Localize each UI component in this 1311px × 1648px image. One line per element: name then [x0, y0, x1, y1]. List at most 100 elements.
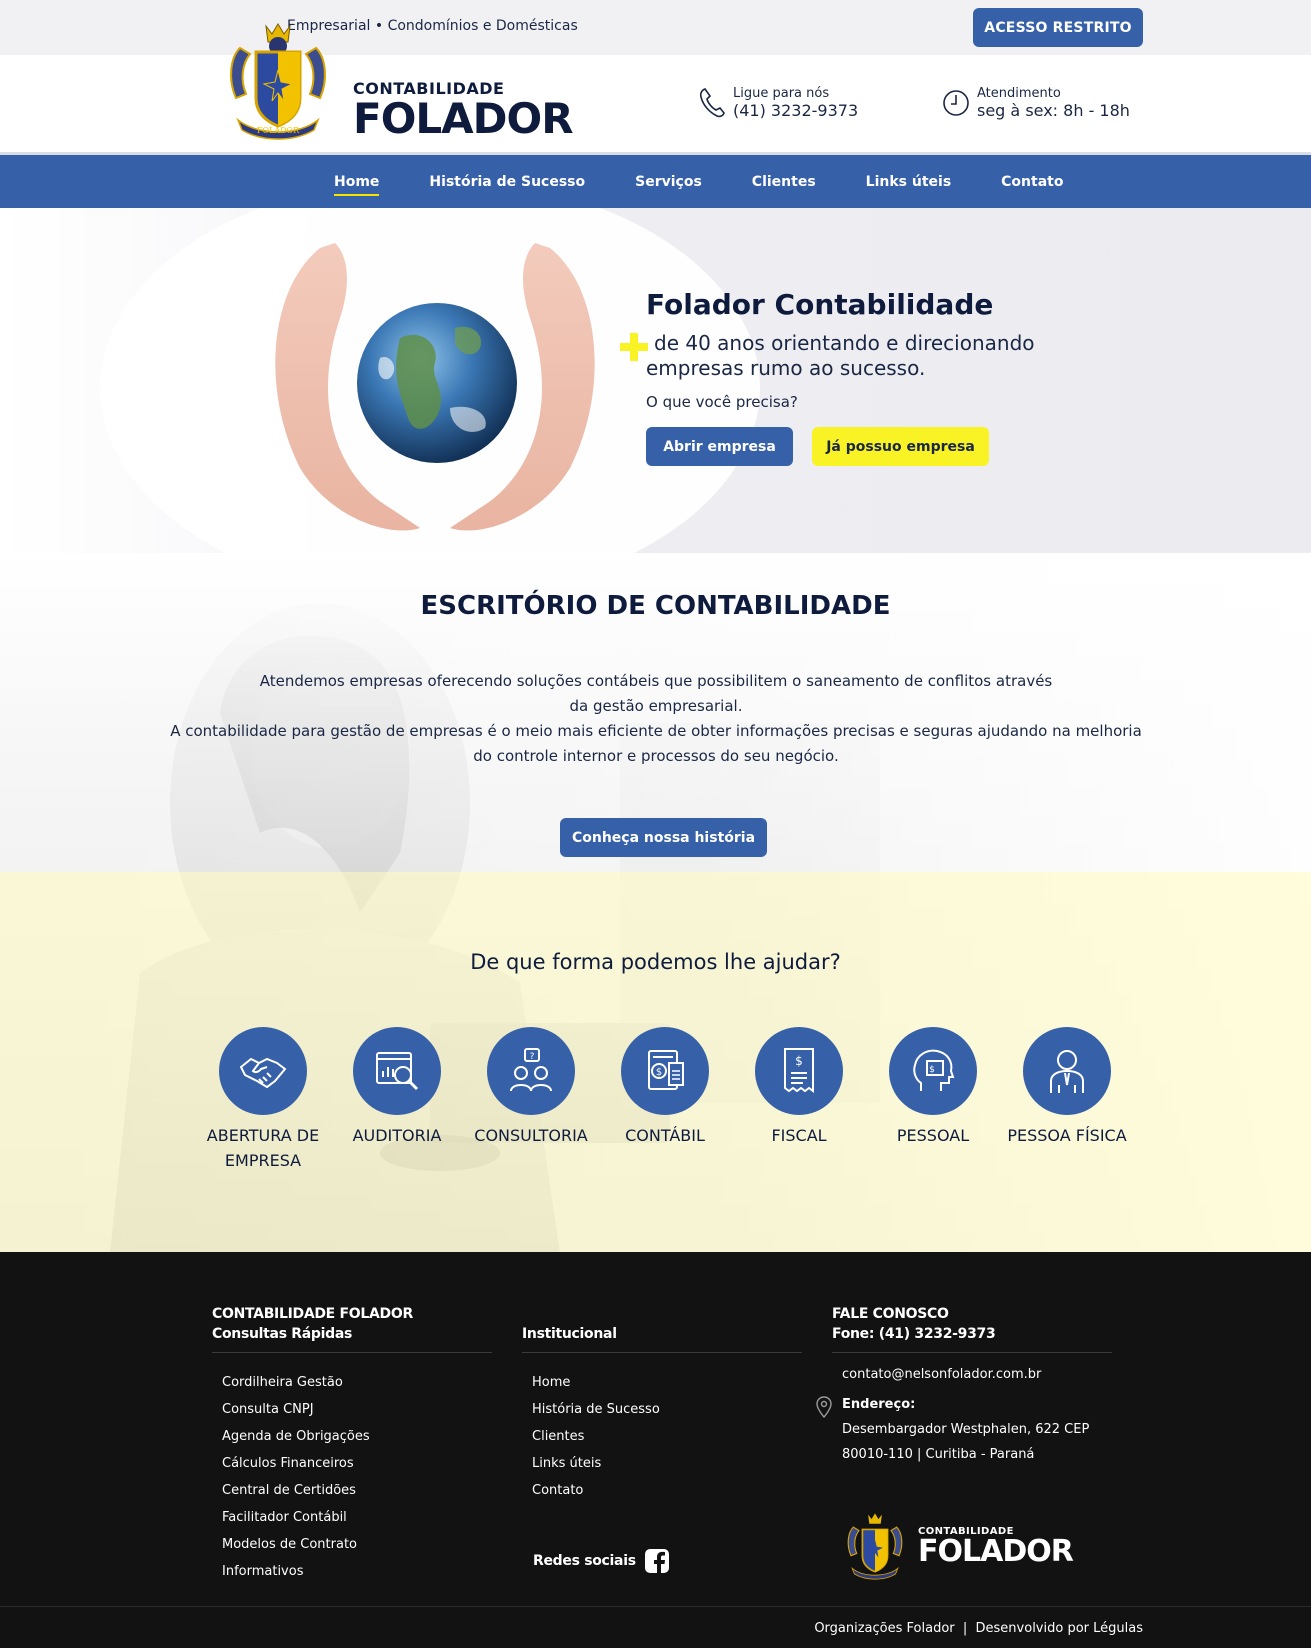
footer-phone[interactable]: Fone: (41) 3232-9373: [832, 1324, 1112, 1344]
person-tie-icon: [1050, 1050, 1084, 1093]
hero-subtitle-wrap: de 40 anos orientando e direcionando emp…: [620, 331, 1066, 381]
nav-item-historia[interactable]: História de Sucesso: [429, 155, 585, 208]
nav-item-clientes[interactable]: Clientes: [752, 155, 816, 208]
footer-col1-heading: CONTABILIDADE FOLADOR Consultas Rápidas: [212, 1304, 492, 1353]
service-fiscal[interactable]: $ FISCAL: [732, 1027, 866, 1173]
phone-label: Ligue para nós: [733, 86, 830, 101]
office-line-4: do controle internor e processos do seu …: [473, 747, 839, 765]
phone-value: (41) 3232-9373: [733, 101, 859, 120]
plus-icon: [620, 333, 648, 361]
footer-divider: [0, 1606, 1311, 1607]
hero-question: O que você precisa?: [646, 393, 798, 411]
address-line-2: 80010-110 | Curitiba - Paraná: [842, 1447, 1035, 1462]
have-company-button[interactable]: Já possuo empresa: [812, 427, 989, 466]
phone-icon: [699, 88, 725, 118]
top-bar: Empresarial • Condomínios e Domésticas A…: [0, 0, 1311, 55]
service-label: CONTÁBIL: [625, 1126, 705, 1145]
footer-link[interactable]: Cálculos Financeiros: [222, 1450, 492, 1477]
hero-text: Folador Contabilidade de 40 anos orienta…: [620, 288, 1066, 466]
hours-contact: Atendimento seg à sex: 8h - 18h: [941, 85, 1130, 121]
service-label: CONSULTORIA: [474, 1126, 588, 1145]
nav-item-servicos[interactable]: Serviços: [635, 155, 702, 208]
nav-item-links[interactable]: Links úteis: [866, 155, 952, 208]
footer-credits: Organizações Folador | Desenvolvido por …: [814, 1621, 1143, 1636]
footer: CONTABILIDADE FOLADOR Consultas Rápidas …: [0, 1252, 1311, 1648]
footer-link[interactable]: Modelos de Contrato: [222, 1531, 492, 1558]
audit-magnifier-icon: [376, 1052, 419, 1091]
footer-logo-big: FOLADOR: [918, 1533, 1074, 1569]
footer-quick-title: Consultas Rápidas: [212, 1326, 353, 1342]
consulting-people-icon: ?: [510, 1048, 552, 1092]
services-list: ABERTURA DE EMPRESA AUDITORIA ? CONSULTO…: [196, 1027, 1134, 1173]
hero-subtitle: de 40 anos orientando e direcionando emp…: [646, 331, 1035, 380]
brand-big-text: FOLADOR: [353, 94, 574, 143]
restricted-access-button[interactable]: ACESSO RESTRITO: [973, 8, 1143, 47]
service-contabil[interactable]: $ CONTÁBIL: [598, 1027, 732, 1173]
office-line-3: A contabilidade para gestão de empresas …: [170, 722, 1142, 740]
service-auditoria[interactable]: AUDITORIA: [330, 1027, 464, 1173]
main-nav: Home História de Sucesso Serviços Client…: [0, 155, 1311, 208]
service-pessoal[interactable]: $ PESSOAL: [866, 1027, 1000, 1173]
footer-crest-icon: [847, 1513, 903, 1580]
phone-contact[interactable]: Ligue para nós (41) 3232-9373: [697, 85, 858, 121]
crest-text: FOLADOR: [257, 126, 300, 135]
hero-banner: Folador Contabilidade de 40 anos orienta…: [0, 208, 1311, 553]
svg-text:$: $: [929, 1065, 935, 1075]
office-paragraph: Atendemos empresas oferecendo soluções c…: [160, 669, 1152, 769]
address-line-1: Desembargador Westphalen, 622 CEP: [842, 1422, 1090, 1437]
office-line-1: Atendemos empresas oferecendo soluções c…: [259, 672, 1053, 690]
social-label: Redes sociais: [533, 1553, 636, 1569]
service-consultoria[interactable]: ? CONSULTORIA: [464, 1027, 598, 1173]
footer-link[interactable]: Facilitador Contábil: [222, 1504, 492, 1531]
nav-item-contato[interactable]: Contato: [1001, 155, 1063, 208]
footer-contact-title: FALE CONOSCO: [832, 1306, 949, 1322]
footer-email[interactable]: contato@nelsonfolador.com.br: [832, 1367, 1112, 1382]
footer-link[interactable]: Informativos: [222, 1558, 492, 1585]
footer-institutional-title: Institucional: [522, 1304, 802, 1353]
footer-link[interactable]: Cordilheira Gestão: [222, 1369, 492, 1396]
service-pessoa-fisica[interactable]: PESSOA FÍSICA: [1000, 1027, 1134, 1173]
service-label: AUDITORIA: [352, 1126, 442, 1145]
footer-contact: FALE CONOSCO Fone: (41) 3232-9373 contat…: [816, 1304, 1112, 1467]
svg-text:?: ?: [530, 1052, 535, 1062]
service-label: ABERTURA DE EMPRESA: [206, 1126, 320, 1170]
office-line-2: da gestão empresarial.: [569, 697, 743, 715]
receipt-icon: $: [784, 1048, 814, 1093]
head-thinking-icon: $: [913, 1049, 955, 1091]
our-history-button[interactable]: Conheça nossa história: [560, 818, 767, 857]
footer-link[interactable]: Links úteis: [532, 1450, 802, 1477]
svg-text:$: $: [656, 1067, 662, 1078]
footer-link[interactable]: Home: [532, 1369, 802, 1396]
header: CONTABILIDADE FOLADOR Ligue para nós (41…: [0, 55, 1311, 155]
address-label: Endereço:: [842, 1397, 916, 1412]
open-company-button[interactable]: Abrir empresa: [646, 427, 793, 466]
location-pin-icon: [816, 1396, 832, 1418]
svg-text:$: $: [795, 1054, 803, 1068]
hours-value: seg à sex: 8h - 18h: [977, 101, 1130, 120]
accounting-calculator-icon: $: [648, 1050, 684, 1090]
services-section: De que forma podemos lhe ajudar? ABERTUR…: [0, 872, 1311, 1252]
footer-link[interactable]: Clientes: [532, 1423, 802, 1450]
service-label: PESSOAL: [896, 1126, 970, 1145]
footer-institutional: Institucional Home História de Sucesso C…: [522, 1304, 802, 1504]
footer-contact-heading: FALE CONOSCO Fone: (41) 3232-9373: [832, 1304, 1112, 1353]
footer-link[interactable]: História de Sucesso: [532, 1396, 802, 1423]
facebook-icon[interactable]: [644, 1548, 670, 1574]
footer-company-name: CONTABILIDADE FOLADOR: [212, 1306, 413, 1322]
footer-logo[interactable]: CONTABILIDADE FOLADOR: [842, 1510, 1074, 1582]
handshake-icon: [239, 1057, 287, 1089]
social-links: Redes sociais: [533, 1548, 670, 1574]
services-title: De que forma podemos lhe ajudar?: [470, 950, 841, 974]
clock-icon: [943, 90, 969, 116]
brand-logo[interactable]: CONTABILIDADE FOLADOR: [353, 79, 574, 143]
footer-link[interactable]: Central de Certidões: [222, 1477, 492, 1504]
service-label: PESSOA FÍSICA: [1007, 1126, 1127, 1145]
nav-item-home[interactable]: Home: [334, 155, 380, 208]
footer-link[interactable]: Consulta CNPJ: [222, 1396, 492, 1423]
footer-quick-links: CONTABILIDADE FOLADOR Consultas Rápidas …: [212, 1304, 492, 1585]
footer-link[interactable]: Contato: [532, 1477, 802, 1504]
folador-crest-logo[interactable]: FOLADOR: [222, 18, 334, 144]
service-abertura[interactable]: ABERTURA DE EMPRESA: [196, 1027, 330, 1173]
footer-link[interactable]: Agenda de Obrigações: [222, 1423, 492, 1450]
service-label: FISCAL: [771, 1126, 827, 1145]
